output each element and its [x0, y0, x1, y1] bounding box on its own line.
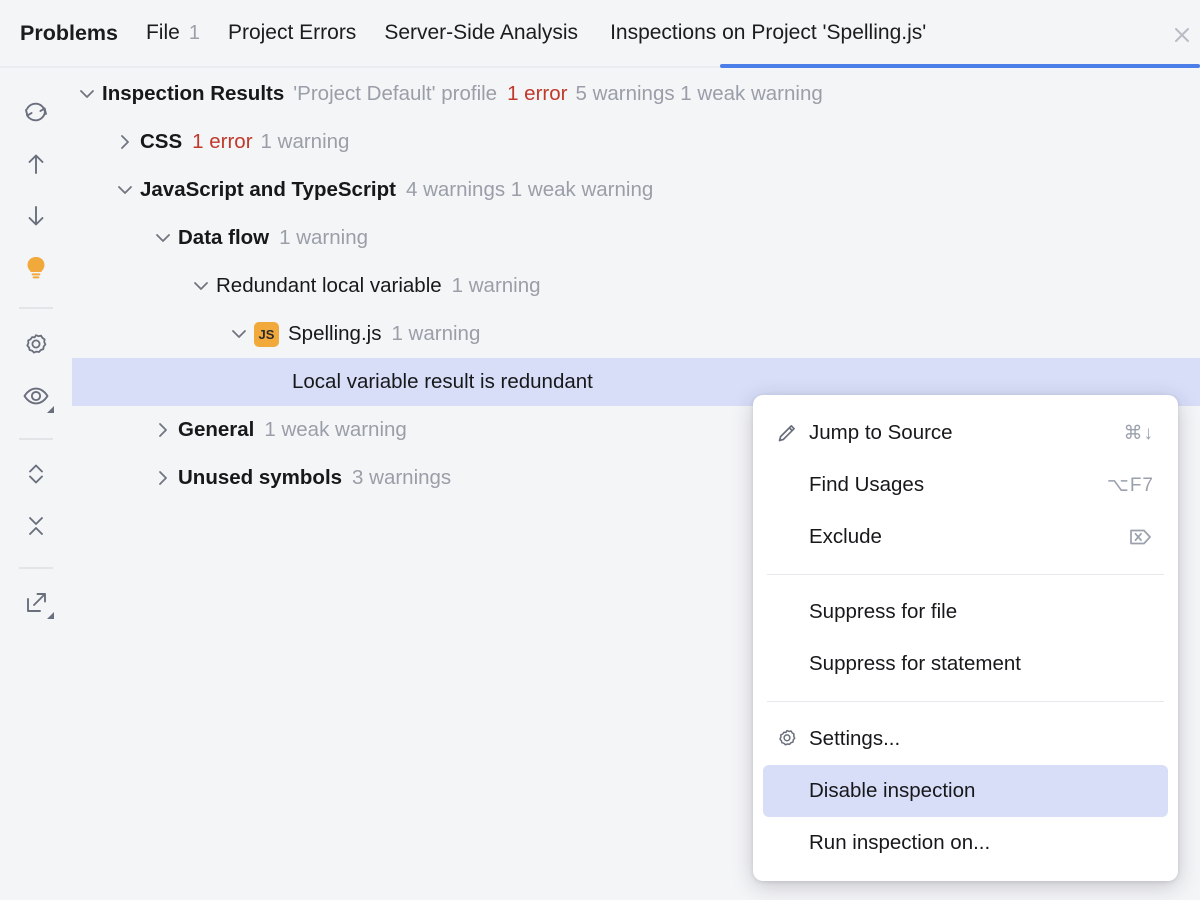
- menu-item-label: Disable inspection: [809, 779, 1154, 803]
- tab-inspections-label: Inspections on Project 'Spelling.js': [610, 21, 926, 45]
- rerun-icon[interactable]: [14, 90, 58, 134]
- active-tab-underline: [720, 64, 1200, 68]
- tree-row-warning-count: 1 warning: [452, 274, 541, 298]
- menu-item-exclude[interactable]: Exclude: [763, 511, 1168, 563]
- menu-item-label: Settings...: [809, 727, 1154, 751]
- page-title: Problems: [20, 21, 118, 46]
- tree-row-warning-count: 1 weak warning: [264, 418, 406, 442]
- menu-item-find-usages[interactable]: Find Usages⌥F7: [763, 459, 1168, 511]
- problems-tool-window: Problems File 1 Project Errors Server-Si…: [0, 0, 1200, 900]
- menu-item-shortcut: ⌘↓: [1124, 422, 1155, 445]
- tree-row-warning-count: 5 warnings 1 weak warning: [575, 82, 822, 106]
- chevron-down-icon[interactable]: [186, 271, 216, 301]
- tree-row-label: Inspection Results: [102, 82, 284, 106]
- menu-item-label: Find Usages: [809, 473, 1107, 497]
- tree-row-profile: 'Project Default' profile: [293, 82, 497, 106]
- chevron-down-icon[interactable]: [72, 79, 102, 109]
- tab-server-side-analysis[interactable]: Server-Side Analysis: [384, 21, 578, 45]
- close-icon[interactable]: [1167, 20, 1197, 50]
- dropdown-triangle-icon-2: [47, 612, 54, 619]
- quick-fix-icon[interactable]: [14, 246, 58, 290]
- context-menu: Jump to Source⌘↓Find Usages⌥F7ExcludeSup…: [753, 395, 1178, 881]
- tab-inspections-on-project[interactable]: Inspections on Project 'Spelling.js': [610, 21, 926, 45]
- chevron-down-icon[interactable]: [224, 319, 254, 349]
- tab-bar: Problems File 1 Project Errors Server-Si…: [0, 0, 1200, 68]
- pencil-icon: [775, 421, 809, 445]
- tree-row-error-count: 1 error: [192, 130, 252, 154]
- chevron-right-icon[interactable]: [110, 127, 140, 157]
- js-file-icon: JS: [254, 322, 279, 347]
- tree-row-label: Redundant local variable: [216, 274, 442, 298]
- gear-icon: [775, 727, 809, 751]
- tree-row-warning-count: 3 warnings: [352, 466, 451, 490]
- tree-row[interactable]: Inspection Results 'Project Default' prof…: [72, 70, 1200, 118]
- expand-all-icon[interactable]: [14, 452, 58, 496]
- dropdown-triangle-icon: [47, 406, 54, 413]
- export-icon[interactable]: [14, 581, 58, 625]
- menu-item-disable-inspection[interactable]: Disable inspection: [763, 765, 1168, 817]
- collapse-all-icon[interactable]: [14, 504, 58, 548]
- menu-item-shortcut: ⌥F7: [1107, 474, 1154, 497]
- tab-file-count: 1: [189, 22, 200, 45]
- tree-row[interactable]: Redundant local variable 1 warning: [72, 262, 1200, 310]
- tree-row-label: Spelling.js: [288, 322, 381, 346]
- tree-row-label: Local variable result is redundant: [292, 370, 593, 394]
- next-problem-icon[interactable]: [14, 194, 58, 238]
- menu-item-jump-to-source[interactable]: Jump to Source⌘↓: [763, 407, 1168, 459]
- tree-row-label: Unused symbols: [178, 466, 342, 490]
- chevron-right-icon[interactable]: [148, 415, 178, 445]
- tree-chevron-placeholder: [262, 367, 292, 397]
- toolbar-divider-2: [19, 438, 53, 440]
- toolbar-divider: [19, 307, 53, 309]
- tree-row-warning-count: 1 warning: [279, 226, 368, 250]
- menu-item-settings[interactable]: Settings...: [763, 713, 1168, 765]
- tab-project-errors-label: Project Errors: [228, 21, 356, 45]
- tree-row[interactable]: JavaScript and TypeScript 4 warnings 1 we…: [72, 166, 1200, 214]
- exclude-shortcut-icon: [1128, 526, 1154, 548]
- chevron-down-icon[interactable]: [148, 223, 178, 253]
- menu-item-label: Suppress for statement: [809, 652, 1154, 676]
- tree-row-warning-count: 4 warnings 1 weak warning: [406, 178, 653, 202]
- chevron-down-icon[interactable]: [110, 175, 140, 205]
- inspection-toolbar: [0, 70, 72, 900]
- settings-icon[interactable]: [14, 323, 58, 367]
- menu-separator: [767, 574, 1164, 575]
- tab-server-side-analysis-label: Server-Side Analysis: [384, 21, 578, 45]
- tree-row-label: Data flow: [178, 226, 269, 250]
- tree-row-label: CSS: [140, 130, 182, 154]
- tree-row-warning-count: 1 warning: [391, 322, 480, 346]
- tree-row-error-count: 1 error: [507, 82, 567, 106]
- tree-row-label: General: [178, 418, 254, 442]
- tab-file-label: File: [146, 21, 180, 45]
- view-options-icon[interactable]: [14, 375, 58, 419]
- menu-separator: [767, 701, 1164, 702]
- menu-item-label: Suppress for file: [809, 600, 1154, 624]
- menu-item-suppress-for-file[interactable]: Suppress for file: [763, 586, 1168, 638]
- tab-file[interactable]: File 1: [146, 21, 200, 45]
- menu-item-label: Run inspection on...: [809, 831, 1154, 855]
- tree-row-label: JavaScript and TypeScript: [140, 178, 396, 202]
- tree-row-warning-count: 1 warning: [261, 130, 350, 154]
- tab-project-errors[interactable]: Project Errors: [228, 21, 356, 45]
- menu-item-label: Jump to Source: [809, 421, 1124, 445]
- menu-item-suppress-for-statement[interactable]: Suppress for statement: [763, 638, 1168, 690]
- tree-row[interactable]: JS Spelling.js 1 warning: [72, 310, 1200, 358]
- chevron-right-icon[interactable]: [148, 463, 178, 493]
- tree-row[interactable]: CSS 1 error 1 warning: [72, 118, 1200, 166]
- menu-item-label: Exclude: [809, 525, 1128, 549]
- previous-problem-icon[interactable]: [14, 142, 58, 186]
- tree-row[interactable]: Data flow 1 warning: [72, 214, 1200, 262]
- toolbar-divider-3: [19, 567, 53, 569]
- menu-item-run-inspection-on[interactable]: Run inspection on...: [763, 817, 1168, 869]
